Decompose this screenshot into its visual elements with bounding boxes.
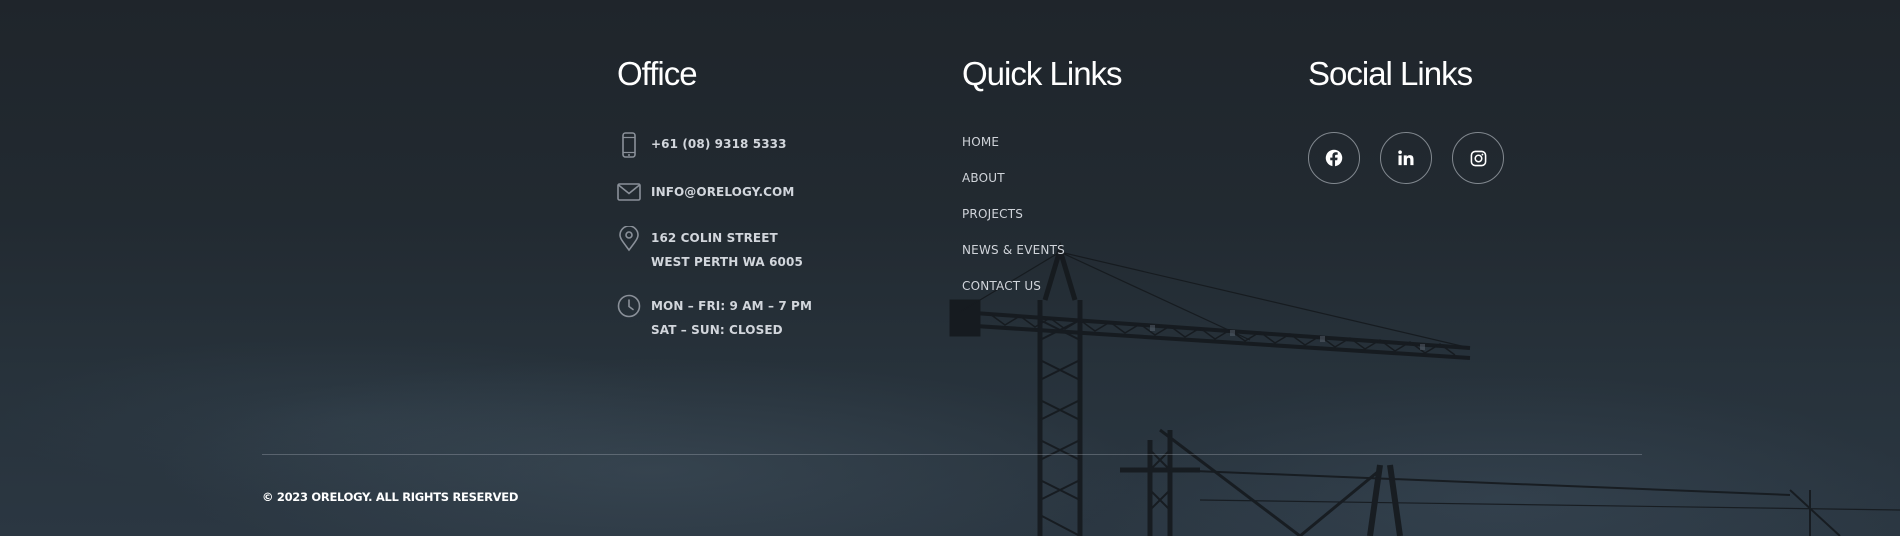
quick-link-item: NEWS & EVENTS: [962, 238, 1065, 274]
copyright-text: © 2023 ORELOGY. ALL RIGHTS RESERVED: [262, 490, 519, 504]
quick-link-item: PROJECTS: [962, 202, 1065, 238]
linkedin-button[interactable]: [1380, 132, 1432, 184]
office-email[interactable]: INFO@ORELOGY.COM: [617, 180, 794, 204]
instagram-icon: [1470, 150, 1486, 166]
quick-link-home[interactable]: HOME: [962, 135, 999, 149]
quick-links-list: HOME ABOUT PROJECTS NEWS & EVENTS CONTAC…: [962, 130, 1065, 310]
phone-icon: [617, 132, 641, 158]
address-line-2: WEST PERTH WA 6005: [651, 255, 803, 269]
mail-icon: [617, 180, 641, 204]
location-pin-icon: [617, 226, 641, 252]
linkedin-icon: [1398, 150, 1414, 166]
quick-link-item: ABOUT: [962, 166, 1065, 202]
office-section: Office +61 (08) 9318 5333 INFO@ORELOGY.C…: [617, 52, 937, 337]
hours-line-2: SAT – SUN: CLOSED: [651, 323, 783, 337]
office-hours: MON – FRI: 9 AM – 7 PM SAT – SUN: CLOSED: [617, 294, 812, 342]
facebook-icon: [1325, 149, 1343, 167]
social-links-heading: Social Links: [1308, 55, 1473, 92]
quick-link-item: CONTACT US: [962, 274, 1065, 310]
email-text: INFO@ORELOGY.COM: [651, 185, 795, 199]
quick-links-heading: Quick Links: [962, 55, 1123, 92]
quick-link-projects[interactable]: PROJECTS: [962, 207, 1023, 221]
quick-links-section: Quick Links HOME ABOUT PROJECTS NEWS & E…: [962, 52, 1262, 293]
clock-icon: [617, 294, 641, 318]
address-line-1: 162 COLIN STREET: [651, 231, 778, 245]
phone-text: +61 (08) 9318 5333: [651, 137, 787, 151]
social-buttons: [1308, 132, 1504, 184]
instagram-button[interactable]: [1452, 132, 1504, 184]
facebook-button[interactable]: [1308, 132, 1360, 184]
office-phone[interactable]: +61 (08) 9318 5333: [617, 132, 787, 158]
quick-link-about[interactable]: ABOUT: [962, 171, 1005, 185]
quick-link-contact-us[interactable]: CONTACT US: [962, 279, 1041, 293]
quick-link-news-events[interactable]: NEWS & EVENTS: [962, 243, 1065, 257]
office-heading: Office: [617, 55, 698, 92]
quick-link-item: HOME: [962, 130, 1065, 166]
office-address: 162 COLIN STREET WEST PERTH WA 6005: [617, 226, 803, 274]
hours-line-1: MON – FRI: 9 AM – 7 PM: [651, 299, 812, 313]
social-links-section: Social Links: [1308, 52, 1628, 184]
footer-divider: [262, 454, 1642, 455]
